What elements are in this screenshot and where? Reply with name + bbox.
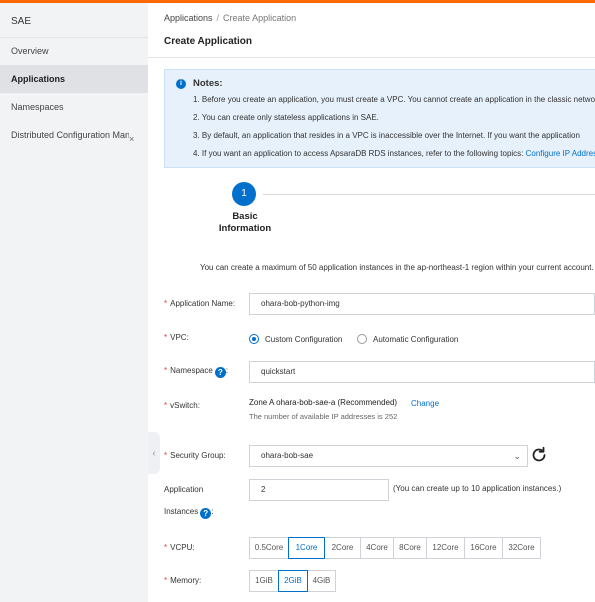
info-icon: i (176, 79, 186, 89)
note-text: 4. If you want an application to access … (193, 149, 526, 158)
vpc-label-text: VPC: (170, 333, 189, 342)
app-name-label: * Application Name: (164, 299, 235, 308)
note-item: 3. By default, an application that resid… (193, 131, 580, 140)
help-icon[interactable]: ? (214, 367, 226, 378)
sidebar-collapse-handle[interactable]: ‹ (148, 432, 160, 474)
sidebar-item-overview[interactable]: Overview (0, 37, 148, 65)
chevron-down-icon: ⌄ (513, 451, 521, 461)
sidebar: SAE Overview Applications Namespaces Dis… (0, 3, 148, 602)
chevron-left-icon: ‹ (152, 447, 156, 459)
instances-note: (You can create up to 10 application ins… (393, 484, 562, 493)
instances-label-line: Application (164, 485, 204, 494)
security-group-label-text: Security Group: (170, 451, 226, 460)
security-group-label: * Security Group: (164, 451, 226, 460)
radio-label: Automatic Configuration (373, 334, 459, 344)
radio-label: Custom Configuration (265, 334, 343, 344)
step-connector (263, 194, 595, 195)
note-item: 4. If you want an application to access … (193, 149, 595, 158)
sidebar-item-distributed-configuration[interactable]: Distributed Configuration Management (0, 121, 129, 149)
vswitch-label: * vSwitch: (164, 401, 200, 410)
vcpu-option[interactable]: 4Core (360, 537, 394, 559)
required-marker: * (164, 333, 168, 342)
instances-input[interactable]: 2 (249, 479, 389, 501)
vcpu-label-text: VCPU: (170, 543, 195, 552)
required-marker: * (164, 451, 168, 460)
required-marker: * (164, 366, 168, 375)
vcpu-label: * VCPU: (164, 543, 195, 552)
label-suffix: : (225, 366, 229, 375)
memory-option[interactable]: 4GiB (307, 570, 336, 592)
namespace-label-text: Namespace (170, 366, 213, 375)
required-marker: * (164, 299, 168, 308)
security-group-value: ohara-bob-sae (261, 451, 314, 460)
memory-options: 1GiB 2GiB 4GiB (249, 570, 336, 592)
vpc-automatic-radio[interactable]: Automatic Configuration (357, 334, 458, 344)
memory-label-text: Memory: (170, 576, 202, 585)
app-name-label-text: Application Name: (170, 299, 236, 308)
namespace-label: * Namespace?: (164, 366, 228, 378)
required-marker: * (164, 543, 168, 552)
configure-ip-whitelist-link[interactable]: Configure IP Address Whitelist (526, 149, 595, 158)
vcpu-option[interactable]: 2Core (324, 537, 361, 559)
vcpu-option[interactable]: 8Core (393, 537, 427, 559)
memory-option[interactable]: 2GiB (278, 570, 308, 592)
vcpu-option[interactable]: 16Core (464, 537, 503, 559)
instances-label-line: Instances (164, 507, 199, 516)
vswitch-available-ips: The number of available IP addresses is … (249, 412, 398, 421)
vcpu-option[interactable]: 0.5Core (249, 537, 289, 559)
breadcrumb: Applications / Create Application (164, 13, 296, 23)
instance-limit-text: You can create a maximum of 50 applicati… (200, 263, 594, 272)
memory-label: * Memory: (164, 576, 201, 585)
vswitch-change-link[interactable]: Change (411, 399, 439, 408)
vcpu-option[interactable]: 1Core (288, 537, 325, 559)
vswitch-zone: Zone A ohara-bob-sae-a (Recommended) (249, 398, 398, 407)
notes-panel: i Notes: 1. Before you create an applica… (164, 69, 595, 168)
breadcrumb-applications-link[interactable]: Applications (164, 13, 213, 23)
app-name-input[interactable]: ohara-bob-python-img (249, 293, 595, 315)
label-suffix: : (211, 507, 214, 516)
radio-checked-icon (249, 334, 259, 344)
notes-title: Notes: (193, 78, 223, 89)
sidebar-item-applications[interactable]: Applications (0, 65, 148, 93)
vswitch-label-text: vSwitch: (170, 401, 200, 410)
instances-label-2: Instances?: (164, 507, 213, 519)
breadcrumb-separator: / (216, 13, 220, 23)
namespace-input[interactable]: quickstart (249, 361, 595, 383)
note-item: 1. Before you create an application, you… (193, 95, 595, 104)
vcpu-option[interactable]: 32Core (502, 537, 541, 559)
help-icon[interactable]: ? (200, 508, 212, 519)
sidebar-item-namespaces[interactable]: Namespaces (0, 93, 148, 121)
header-divider (148, 57, 595, 58)
security-group-select[interactable]: ohara-bob-sae ⌄ (249, 445, 528, 467)
vcpu-options: 0.5Core 1Core 2Core 4Core 8Core 12Core 1… (249, 537, 541, 559)
radio-unchecked-icon (357, 334, 367, 344)
required-marker: * (164, 401, 168, 410)
step-number: 1 (232, 182, 256, 206)
step-label: Basic Information (210, 211, 280, 235)
note-item: 2. You can create only stateless applica… (193, 113, 379, 122)
memory-option[interactable]: 1GiB (249, 570, 279, 592)
page-title: Create Application (164, 36, 252, 47)
refresh-icon[interactable] (530, 446, 548, 464)
sidebar-title: SAE (11, 16, 32, 27)
vpc-label: * VPC: (164, 333, 189, 342)
close-icon[interactable]: × (129, 134, 134, 144)
required-marker: * (164, 576, 168, 585)
vpc-custom-radio[interactable]: Custom Configuration (249, 334, 342, 344)
instances-label: Application (164, 485, 203, 494)
breadcrumb-current: Create Application (223, 13, 297, 23)
vcpu-option[interactable]: 12Core (426, 537, 465, 559)
step-label-line: Information (218, 223, 272, 234)
step-label-line: Basic (232, 211, 258, 222)
